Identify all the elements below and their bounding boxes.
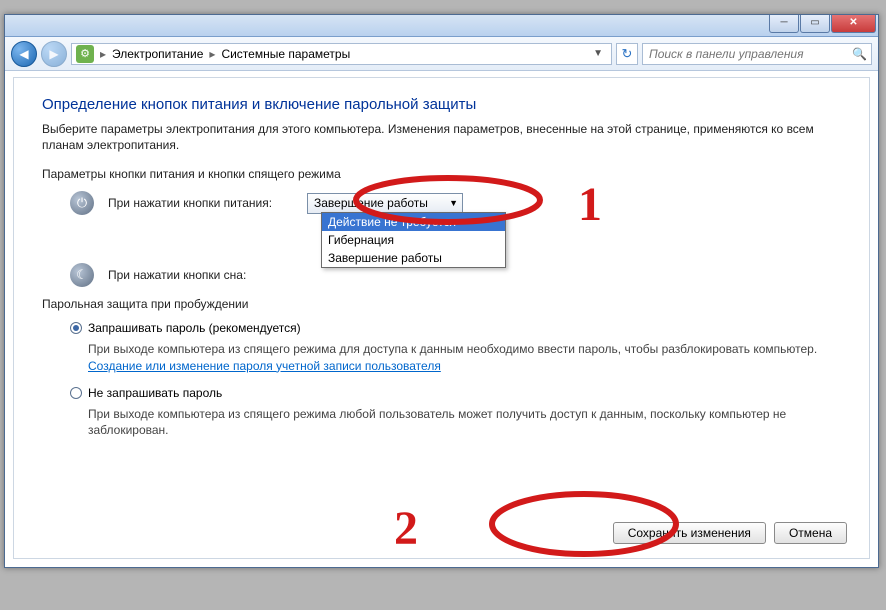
cancel-button[interactable]: Отмена: [774, 522, 847, 544]
sleep-button-label: При нажатии кнопки сна:: [108, 268, 293, 282]
chevron-right-icon: ▸: [100, 47, 106, 61]
page-title: Определение кнопок питания и включение п…: [42, 96, 841, 113]
content-pane: Определение кнопок питания и включение п…: [13, 77, 870, 559]
chevron-right-icon: ▸: [209, 47, 215, 61]
dropdown-opt-shutdown[interactable]: Завершение работы: [322, 249, 505, 267]
search-input[interactable]: [647, 46, 837, 62]
nav-forward-button[interactable]: [41, 41, 67, 67]
radio-no-icon[interactable]: [70, 387, 82, 399]
page-intro: Выберите параметры электропитания для эт…: [42, 121, 841, 153]
minimize-button[interactable]: ─: [769, 15, 799, 33]
radio-require-desc: При выходе компьютера из спящего режима …: [88, 341, 841, 373]
radio-no-label: Не запрашивать пароль: [88, 386, 222, 400]
radio-require-desc-text: При выходе компьютера из спящего режима …: [88, 342, 817, 356]
section-buttons-label: Параметры кнопки питания и кнопки спящег…: [42, 167, 841, 181]
power-icon: ⏻: [70, 191, 94, 215]
chevron-down-icon: ▼: [449, 198, 458, 208]
power-button-combo[interactable]: Завершение работы ▼: [307, 193, 463, 214]
control-panel-icon: ⚙: [76, 45, 94, 63]
radio-no-desc: При выходе компьютера из спящего режима …: [88, 406, 841, 438]
dropdown-opt-no-action[interactable]: Действие не требуется: [322, 213, 505, 231]
breadcrumb-dropdown-icon[interactable]: ▼: [589, 48, 607, 59]
nav-back-button[interactable]: [11, 41, 37, 67]
refresh-button[interactable]: ↻: [616, 43, 638, 65]
control-panel-window: ─ ▭ ✕ ⚙ ▸ Электропитание ▸ Системные пар…: [4, 14, 879, 568]
power-button-row: ⏻ При нажатии кнопки питания: Завершение…: [70, 191, 841, 215]
sleep-icon: ☾: [70, 263, 94, 287]
titlebar: ─ ▭ ✕: [5, 15, 878, 37]
search-box[interactable]: 🔍: [642, 43, 872, 65]
search-icon: 🔍: [852, 47, 867, 61]
breadcrumb-system-settings[interactable]: Системные параметры: [221, 47, 350, 61]
power-button-label: При нажатии кнопки питания:: [108, 196, 293, 210]
power-button-dropdown[interactable]: Действие не требуется Гибернация Заверше…: [321, 212, 506, 268]
power-combo-value: Завершение работы: [314, 196, 428, 210]
dropdown-opt-hibernate[interactable]: Гибернация: [322, 231, 505, 249]
annotation-number-2: 2: [394, 502, 418, 555]
maximize-button[interactable]: ▭: [800, 15, 830, 33]
radio-no-password[interactable]: Не запрашивать пароль: [70, 386, 841, 400]
create-password-link[interactable]: Создание или изменение пароля учетной за…: [88, 359, 441, 373]
navbar: ⚙ ▸ Электропитание ▸ Системные параметры…: [5, 37, 878, 71]
footer-buttons: Сохранить изменения Отмена: [613, 522, 847, 544]
breadcrumb-power[interactable]: Электропитание: [112, 47, 203, 61]
save-button[interactable]: Сохранить изменения: [613, 522, 766, 544]
radio-require-password[interactable]: Запрашивать пароль (рекомендуется): [70, 321, 841, 335]
section-password-label: Парольная защита при пробуждении: [42, 297, 841, 311]
breadcrumb[interactable]: ⚙ ▸ Электропитание ▸ Системные параметры…: [71, 43, 612, 65]
radio-require-label: Запрашивать пароль (рекомендуется): [88, 321, 301, 335]
close-button[interactable]: ✕: [831, 15, 876, 33]
radio-require-icon[interactable]: [70, 322, 82, 334]
